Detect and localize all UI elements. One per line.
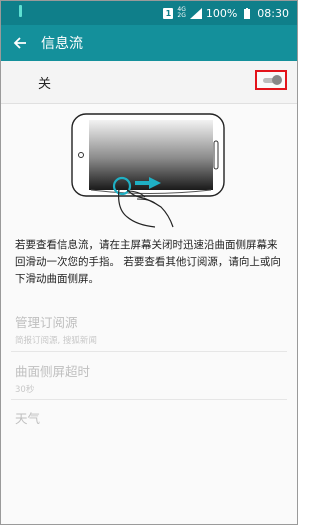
setting-weather[interactable]: 天气 — [15, 408, 40, 427]
setting-title: 天气 — [15, 411, 41, 426]
setting-title: 管理订阅源 — [15, 315, 78, 330]
master-switch-row[interactable]: 关 — [1, 61, 297, 104]
setting-title: 曲面侧屏超时 — [15, 364, 91, 379]
network-type: 4G 2G — [177, 7, 185, 19]
switch-state-label: 关 — [38, 77, 52, 92]
edge-swipe-illustration — [71, 113, 225, 228]
master-switch[interactable] — [255, 70, 287, 90]
battery-icon — [244, 7, 251, 19]
back-button[interactable] — [5, 25, 35, 61]
signal-icon — [189, 7, 202, 19]
page-title: 信息流 — [41, 36, 83, 52]
setting-subtitle: 简报订阅源, 搜狐新闻 — [15, 336, 97, 346]
switch-thumb — [272, 75, 282, 85]
feature-description: 若要查看信息流，请在主屏幕关闭时迅速沿曲面侧屏幕来回滑动一次您的手指。 若要查看… — [15, 239, 281, 285]
arrow-left-icon — [13, 37, 26, 49]
battery-percent: 100% — [205, 6, 238, 20]
setting-manage-feeds[interactable]: 管理订阅源 简报订阅源, 搜狐新闻 — [15, 312, 97, 346]
setting-subtitle: 30秒 — [15, 385, 35, 395]
divider — [11, 351, 287, 352]
notification-indicator-icon — [19, 5, 22, 17]
status-bar: 1 4G 2G 100% 08:30 — [1, 1, 297, 25]
status-icons: 1 4G 2G 100% 08:30 — [163, 6, 289, 20]
network-type-bottom: 2G — [177, 12, 186, 19]
divider — [11, 399, 287, 400]
sim-badge: 1 — [163, 7, 174, 19]
clock: 08:30 — [257, 6, 289, 20]
app-bar: 信息流 — [1, 25, 297, 61]
setting-edge-timeout[interactable]: 曲面侧屏超时 30秒 — [15, 361, 90, 395]
app-frame: 1 4G 2G 100% 08:30 信息流 关 若要查看信息流，请在主屏幕关闭… — [0, 0, 298, 525]
